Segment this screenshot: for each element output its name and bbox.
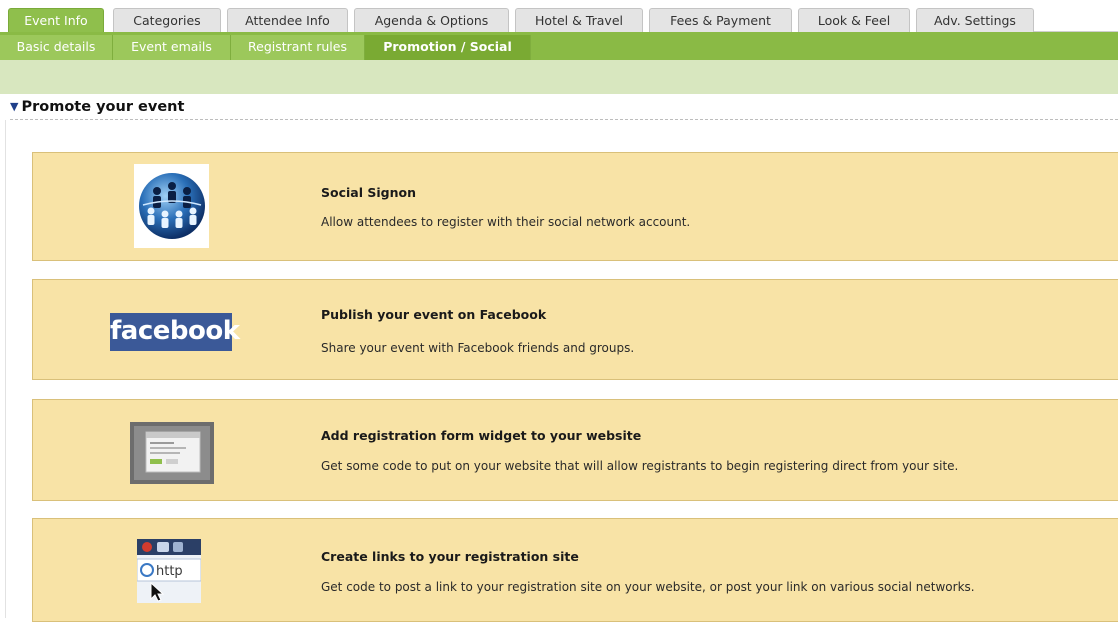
card-title[interactable]: Add registration form widget to your web… [321, 428, 641, 443]
tab-fees-payment[interactable]: Fees & Payment [649, 8, 792, 32]
facebook-logo: facebook [109, 312, 240, 352]
card-facebook[interactable]: facebook Publish your event on Facebook … [32, 279, 1118, 380]
widget-screenshot-icon [129, 421, 215, 485]
tab-attendee-info[interactable]: Attendee Info [227, 8, 348, 32]
card-description: Get some code to put on your website tha… [321, 459, 959, 473]
card-description: Share your event with Facebook friends a… [321, 341, 635, 355]
card-description: Get code to post a link to your registra… [321, 580, 975, 594]
tab-adv-settings[interactable]: Adv. Settings [916, 8, 1034, 32]
subtab-registrant-rules[interactable]: Registrant rules [231, 35, 365, 60]
social-network-globe-icon [134, 164, 209, 248]
tab-look-feel[interactable]: Look & Feel [798, 8, 910, 32]
facebook-logo-text: facebook [110, 313, 240, 351]
tab-event-info[interactable]: Event Info [8, 8, 104, 32]
section-title: Promote your event [21, 99, 185, 115]
toolbar-strip [0, 60, 1118, 94]
card-title[interactable]: Create links to your registration site [321, 549, 579, 564]
card-description: Allow attendees to register with their s… [321, 215, 691, 229]
link-icon-text: http [156, 564, 183, 579]
tab-agenda-options[interactable]: Agenda & Options [354, 8, 509, 32]
subtab-promotion-social[interactable]: Promotion / Social [365, 35, 531, 60]
card-title[interactable]: Social Signon [321, 185, 416, 200]
card-registration-links[interactable]: http Create links to your registration s… [32, 518, 1118, 622]
tab-categories[interactable]: Categories [113, 8, 221, 32]
subtab-event-emails[interactable]: Event emails [113, 35, 231, 60]
browser-link-icon: http [136, 538, 202, 604]
main-tab-bar: Event Info Categories Attendee Info Agen… [0, 0, 1118, 32]
subtab-basic-details[interactable]: Basic details [0, 35, 113, 60]
card-social-signon[interactable]: Social Signon Allow attendees to registe… [32, 152, 1118, 261]
content-left-border [5, 120, 6, 618]
sub-tab-bar: Basic details Event emails Registrant ru… [0, 32, 1118, 60]
expand-triangle-icon[interactable]: ▼ [10, 100, 18, 113]
card-registration-widget[interactable]: Add registration form widget to your web… [32, 399, 1118, 501]
tab-hotel-travel[interactable]: Hotel & Travel [515, 8, 643, 32]
section-header[interactable]: ▼ Promote your event [10, 97, 1118, 120]
card-title[interactable]: Publish your event on Facebook [321, 307, 546, 322]
